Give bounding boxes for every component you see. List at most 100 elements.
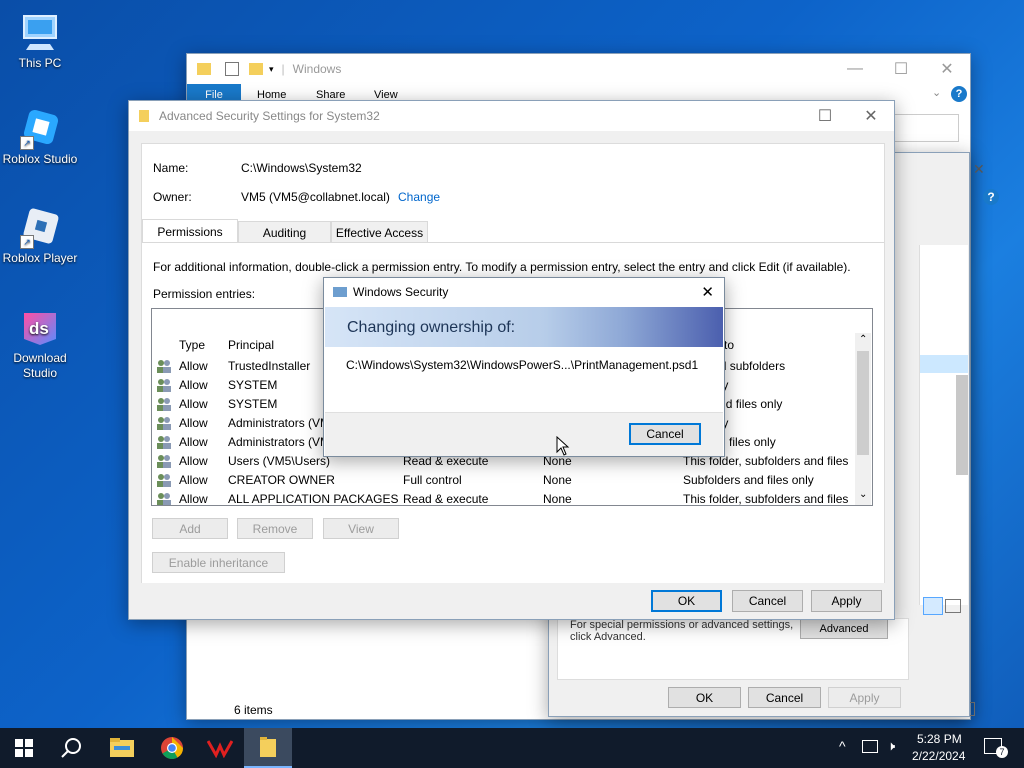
maximize-button[interactable]: ☐: [878, 54, 924, 84]
app-taskbar-button[interactable]: [196, 728, 244, 768]
download-studio-icon: ds: [18, 305, 62, 349]
tab-permissions[interactable]: Permissions: [142, 219, 238, 243]
lock-folder-icon: [139, 110, 149, 122]
add-button[interactable]: Add: [152, 518, 228, 539]
list-view-icon[interactable]: [923, 597, 943, 615]
folder-icon: [260, 737, 276, 757]
props-ok-button[interactable]: OK: [668, 687, 741, 708]
security-titlebar: Windows Security ✕: [324, 278, 724, 306]
explorer-search-box[interactable]: [893, 114, 959, 142]
roblox-player-icon: ↗: [18, 205, 62, 249]
clock-time[interactable]: 5:28 PM: [917, 732, 962, 746]
item-count: 6 items: [234, 703, 273, 717]
change-owner-link[interactable]: Change: [398, 190, 440, 204]
users-icon: [156, 454, 172, 468]
new-folder-icon[interactable]: [249, 63, 263, 75]
permission-principal: Administrators (VM: [228, 435, 331, 449]
close-button[interactable]: ✕: [924, 54, 970, 84]
explorer-title: Windows: [292, 62, 342, 76]
shortcut-arrow-icon: ↗: [20, 136, 34, 150]
users-icon: [156, 416, 172, 430]
chrome-taskbar-button[interactable]: [148, 728, 196, 768]
active-explorer-taskbar-button[interactable]: [244, 728, 292, 768]
column-principal[interactable]: Principal: [228, 338, 274, 352]
properties-icon[interactable]: [225, 62, 239, 76]
search-icon: [61, 738, 81, 758]
users-icon: [156, 473, 172, 487]
props-cancel-button[interactable]: Cancel: [748, 687, 821, 708]
desktop-icon-label: Roblox Studio: [2, 152, 78, 166]
ribbon-expand-icon[interactable]: ⌄: [932, 86, 941, 99]
users-icon: [156, 397, 172, 411]
tile-view-icon[interactable]: [945, 599, 961, 613]
note-line2: click Advanced.: [570, 631, 646, 643]
file-explorer-taskbar-button[interactable]: [98, 728, 146, 768]
tab-auditing[interactable]: Auditing: [238, 221, 331, 243]
permission-type: Allow: [179, 416, 208, 430]
advanced-button[interactable]: Advanced: [800, 619, 888, 639]
permission-principal: Users (VM5\Users): [228, 454, 331, 468]
view-button[interactable]: View: [323, 518, 399, 539]
advsec-tabs: Permissions Auditing Effective Access: [142, 219, 884, 243]
users-icon: [156, 378, 172, 392]
permission-row[interactable]: Allow ALL APPLICATION PACKAGES Read & exec…: [152, 490, 852, 506]
advsec-ok-button[interactable]: OK: [651, 590, 722, 612]
advsec-apply-button[interactable]: Apply: [811, 590, 882, 612]
scroll-down-icon[interactable]: ⌄: [859, 489, 867, 500]
maximize-button[interactable]: ☐: [802, 101, 848, 131]
permission-type: Allow: [179, 397, 208, 411]
start-button[interactable]: [0, 728, 48, 768]
permission-row[interactable]: Allow CREATOR OWNER Full control None Subfol…: [152, 471, 852, 490]
windows-logo-icon: [15, 739, 33, 757]
column-applies-to[interactable]: to: [724, 338, 734, 352]
show-hidden-icons-icon[interactable]: ^: [839, 738, 846, 754]
permission-principal: TrustedInstaller: [228, 359, 311, 373]
users-icon: [156, 435, 172, 449]
permission-type: Allow: [179, 492, 208, 506]
permission-type: Allow: [179, 473, 208, 487]
volume-muted-icon[interactable]: 🕨: [887, 738, 895, 754]
name-label: Name:: [153, 161, 189, 175]
list-scrollbar[interactable]: ⌃ ⌄: [855, 333, 871, 505]
advsec-cancel-button[interactable]: Cancel: [732, 590, 803, 612]
desktop-icon-label: Roblox Player: [2, 251, 78, 265]
column-type[interactable]: Type: [179, 338, 205, 352]
tab-effective-access[interactable]: Effective Access: [331, 221, 428, 243]
minimize-button[interactable]: —: [832, 54, 878, 84]
advsec-titlebar: Advanced Security Settings for System32 …: [129, 101, 894, 131]
scroll-up-icon[interactable]: ⌃: [859, 334, 867, 345]
chrome-icon: [161, 737, 183, 759]
red-app-icon: [207, 740, 233, 758]
ownership-path: C:\Windows\System32\WindowsPowerS...\Pri…: [346, 358, 699, 372]
desktop-icon-roblox-player[interactable]: ↗ Roblox Player: [0, 205, 80, 265]
desktop-icon-roblox-studio[interactable]: ↗ Roblox Studio: [0, 106, 80, 166]
permission-principal: SYSTEM: [228, 397, 278, 411]
desktop-icon-this-pc[interactable]: This PC: [0, 10, 80, 70]
permission-access: Full control: [403, 473, 462, 487]
windows-security-dialog: Windows Security ✕ Changing ownership of…: [323, 277, 725, 457]
clock-date[interactable]: 2/22/2024: [912, 749, 965, 763]
enable-inheritance-button[interactable]: Enable inheritance: [152, 552, 285, 573]
close-icon[interactable]: ✕: [973, 161, 985, 178]
close-button[interactable]: ✕: [848, 101, 894, 131]
folder-icon: [197, 63, 211, 75]
permission-type: Allow: [179, 454, 208, 468]
taskbar: ^ 🕨 5:28 PM 2/22/2024 7: [0, 728, 1024, 768]
help-icon[interactable]: ?: [983, 189, 999, 205]
permission-inherited-from: None: [543, 492, 572, 506]
help-icon[interactable]: ?: [951, 86, 967, 102]
permission-type: Allow: [179, 378, 208, 392]
desktop-icon-label: Download Studio: [13, 351, 67, 380]
security-title: Windows Security: [353, 285, 449, 299]
entries-label: Permission entries:: [153, 287, 256, 301]
security-cancel-button[interactable]: Cancel: [629, 423, 701, 445]
close-button[interactable]: ✕: [701, 283, 714, 301]
desktop-icon-download-studio[interactable]: ds Download Studio: [0, 305, 80, 381]
search-button[interactable]: [48, 728, 96, 768]
props-apply-button[interactable]: Apply: [828, 687, 901, 708]
svg-text:ds: ds: [29, 319, 49, 338]
network-icon[interactable]: [862, 740, 878, 753]
remove-button[interactable]: Remove: [237, 518, 313, 539]
qat-dropdown-icon[interactable]: ▾: [269, 64, 274, 75]
properties-view-toggles: [923, 597, 967, 617]
